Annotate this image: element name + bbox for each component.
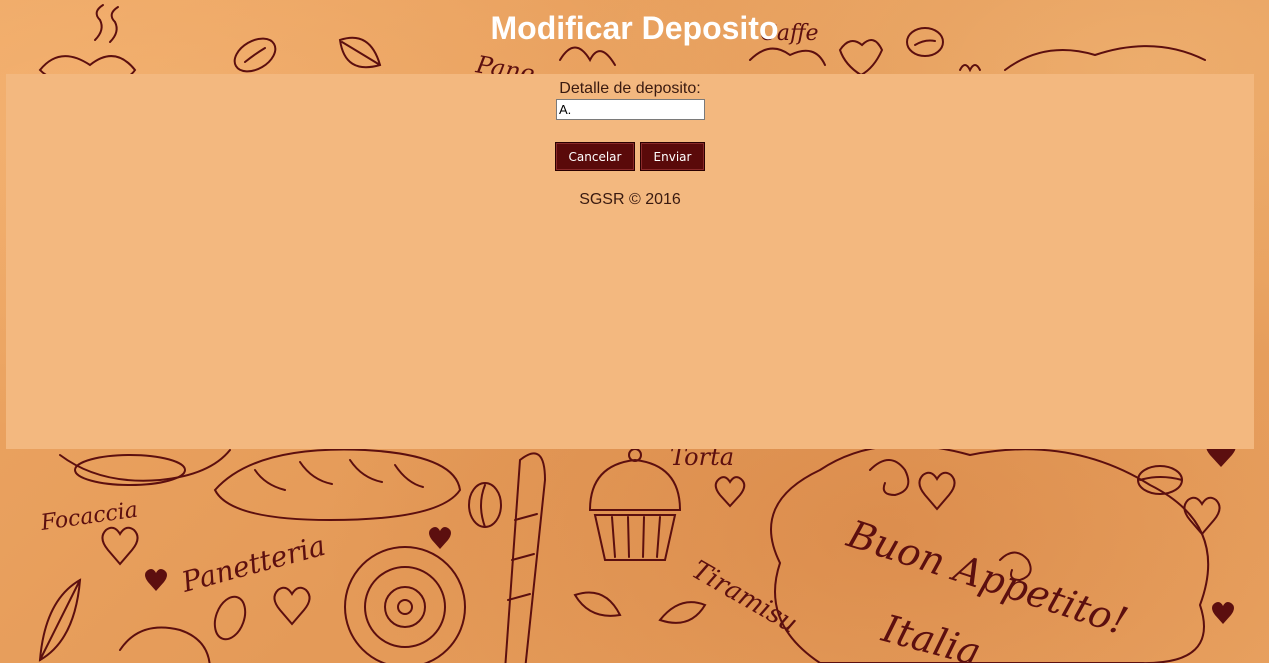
detail-label: Detalle de deposito: xyxy=(559,80,701,97)
detail-input[interactable] xyxy=(556,99,705,120)
page-title: Modificar Deposito xyxy=(490,10,779,46)
form-panel: Detalle de deposito: Cancelar Enviar SGS… xyxy=(6,74,1254,449)
bg-text-focaccia: Focaccia xyxy=(38,498,139,536)
footer-copyright: SGSR © 2016 xyxy=(579,191,681,208)
submit-button[interactable]: Enviar xyxy=(640,142,705,171)
bg-text-tiramisu: Tiramisu xyxy=(687,555,803,639)
bg-text-italia: Italia xyxy=(877,606,986,663)
bg-text-panetteria: Panetteria xyxy=(177,529,328,599)
cancel-button[interactable]: Cancelar xyxy=(555,142,635,171)
bg-text-buon-appetito: Buon Appetito! xyxy=(841,511,1133,643)
